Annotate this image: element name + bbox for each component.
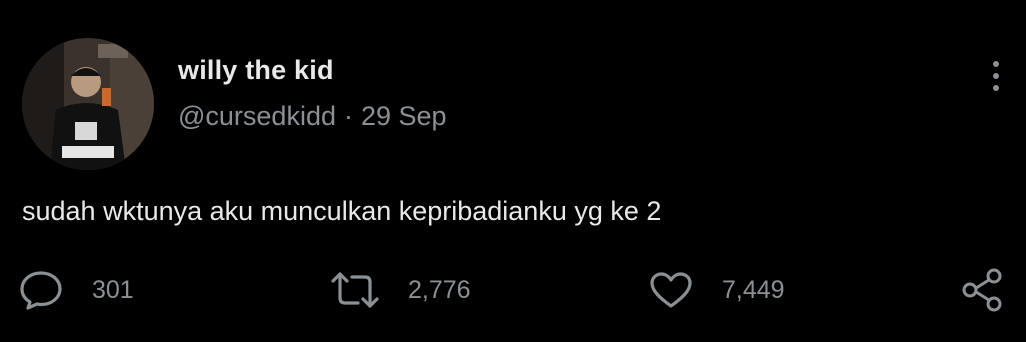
display-name[interactable]: willy the kid xyxy=(178,55,334,86)
avatar[interactable] xyxy=(22,38,154,170)
like-button[interactable]: 7,449 xyxy=(648,268,785,312)
more-vertical-icon xyxy=(993,61,999,91)
heart-icon xyxy=(650,272,692,308)
reply-count: 301 xyxy=(92,275,134,304)
tweet-date[interactable]: 29 Sep xyxy=(361,101,447,131)
more-options-button[interactable] xyxy=(986,58,1006,94)
share-button[interactable] xyxy=(960,268,1006,312)
tweet-text: sudah wktunya aku munculkan kepribadiank… xyxy=(22,196,662,226)
reply-button[interactable]: 301 xyxy=(18,268,134,312)
reply-bubble-icon xyxy=(20,271,62,310)
retweet-button[interactable]: 2,776 xyxy=(330,268,471,312)
handle[interactable]: @cursedkidd xyxy=(178,101,336,131)
retweet-icon xyxy=(331,272,379,308)
tweet-meta: @cursedkidd · 29 Sep xyxy=(178,101,447,132)
meta-separator: · xyxy=(343,101,353,131)
tweet-card[interactable]: willy the kid @cursedkidd · 29 Sep sudah w… xyxy=(0,0,1026,342)
share-icon xyxy=(962,268,1002,312)
like-count: 7,449 xyxy=(722,275,785,304)
retweet-count: 2,776 xyxy=(408,275,471,304)
